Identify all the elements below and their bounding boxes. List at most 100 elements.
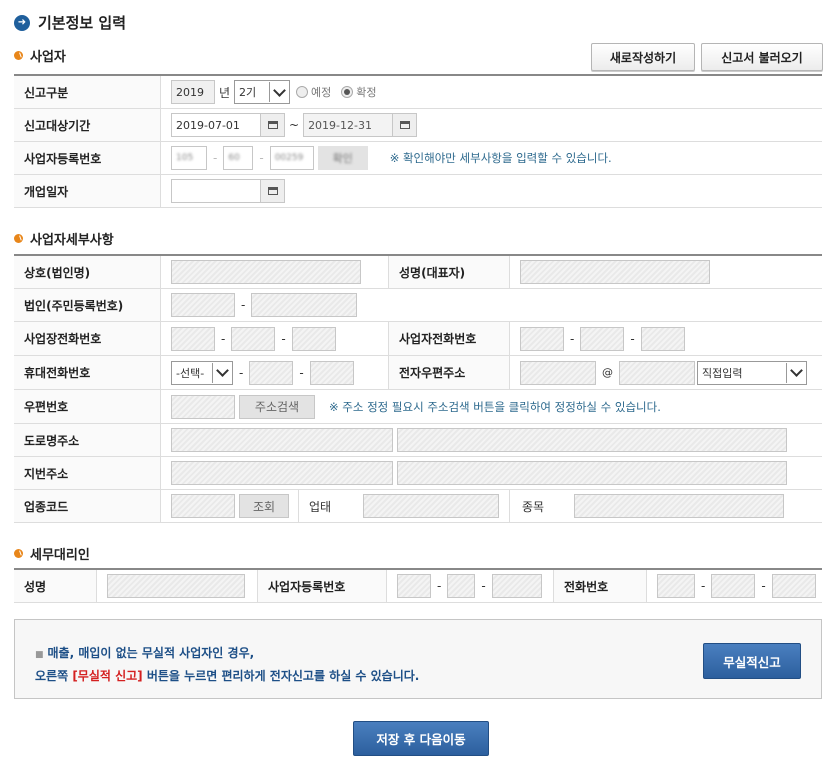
mobile-label: 휴대전화번호: [14, 355, 161, 390]
section-business: 사업자: [14, 46, 66, 65]
mobile-prefix-value: -선택-: [176, 366, 205, 380]
details-table: 상호(법인명) 성명(대표자) 법인(주민등록번호) - 사업장전화번호 - -…: [14, 254, 822, 523]
period-label: 신고대상기간: [14, 108, 161, 142]
confirm-note: ※ 확인해야만 세부사항을 입력할 수 있습니다.: [389, 151, 612, 165]
arrow-right-icon: ➜: [14, 14, 30, 31]
agent-phone-part3[interactable]: [771, 574, 816, 598]
lot-address-input2[interactable]: [397, 461, 787, 485]
reg-no-part2-value: 60: [228, 153, 240, 163]
end-date-calendar-button[interactable]: [393, 113, 418, 137]
road-address-input2[interactable]: [397, 428, 787, 452]
radio-confirmed-label: 확정: [356, 86, 377, 99]
agent-reg-no-part1[interactable]: [397, 574, 431, 598]
start-date-input[interactable]: 2019-07-01: [171, 113, 261, 137]
rep-name-input[interactable]: [520, 260, 710, 284]
mobile-part2[interactable]: [249, 360, 294, 385]
agent-name-label: 성명: [14, 569, 97, 603]
load-report-button[interactable]: 신고서 불러오기: [701, 43, 823, 71]
email-domain-input[interactable]: [619, 360, 695, 385]
mobile-part3[interactable]: [309, 360, 354, 385]
period-select[interactable]: 2기: [234, 80, 291, 104]
biz-phone-part2[interactable]: [231, 326, 276, 351]
reg-no-part1[interactable]: 105: [171, 146, 207, 170]
rep-name-label: 성명(대표자): [388, 255, 510, 289]
agent-phone-label: 전화번호: [553, 569, 647, 603]
page-title-text: 기본정보 입력: [38, 14, 127, 32]
biz-code-input[interactable]: [171, 494, 235, 518]
new-write-button[interactable]: 새로작성하기: [591, 43, 695, 71]
calendar-icon: [267, 121, 278, 129]
radio-expected[interactable]: [296, 86, 309, 98]
open-date-input[interactable]: [171, 179, 261, 203]
biz-phone-part3[interactable]: [291, 326, 336, 351]
page-title: ➜ 기본정보 입력: [14, 12, 126, 33]
road-address-label: 도로명주소: [14, 423, 161, 457]
open-date-label: 개업일자: [14, 174, 161, 208]
start-date-calendar-button[interactable]: [261, 113, 285, 137]
business-table: 신고구분 2019 년 2기 예정 확정 신고대상기간 2019-07-01 ~: [14, 74, 822, 208]
chevron-down-icon: [786, 362, 805, 383]
no-record-report-button[interactable]: 무실적신고: [703, 643, 801, 679]
agent-reg-no-part3[interactable]: [491, 574, 542, 598]
owner-phone-label: 사업자전화번호: [388, 321, 510, 356]
biz-phone-part1[interactable]: [171, 326, 215, 351]
agent-name-input[interactable]: [107, 574, 245, 598]
owner-phone-part2[interactable]: [580, 326, 625, 351]
lookup-button[interactable]: 조회: [239, 494, 289, 518]
bullet-icon: ■: [35, 650, 44, 660]
chevron-down-icon: [269, 82, 288, 102]
mobile-prefix-select[interactable]: -선택-: [171, 360, 233, 385]
corp-no-part1[interactable]: [171, 293, 235, 317]
road-address-input1[interactable]: [171, 428, 393, 452]
agent-phone-part2[interactable]: [711, 574, 756, 598]
confirm-button-label: 확인: [332, 152, 353, 165]
report-type-label: 신고구분: [14, 75, 161, 109]
biz-phone-label: 사업장전화번호: [14, 321, 161, 356]
reg-no-part2[interactable]: 60: [223, 146, 254, 170]
owner-phone-part3[interactable]: [640, 326, 685, 351]
zip-input[interactable]: [171, 394, 235, 419]
company-name-label: 상호(법인명): [14, 255, 161, 289]
email-at-sign: @: [602, 366, 613, 379]
email-local-input[interactable]: [520, 360, 596, 385]
corp-no-part2[interactable]: [251, 293, 358, 317]
email-domain-select-value: 직접입력: [702, 366, 743, 380]
company-name-input[interactable]: [171, 260, 361, 284]
info-line2-pre: 오른쪽: [35, 669, 73, 683]
section-bullet-icon: [14, 549, 23, 558]
open-date-calendar-button[interactable]: [261, 179, 285, 203]
biz-type-input[interactable]: [363, 494, 499, 518]
corp-no-label: 법인(주민등록번호): [14, 288, 161, 322]
biz-type-label: 업태: [298, 490, 355, 522]
save-next-button[interactable]: 저장 후 다음이동: [353, 721, 489, 756]
end-date-input[interactable]: 2019-12-31: [303, 113, 394, 137]
radio-expected-label: 예정: [311, 86, 332, 99]
year-unit: 년: [219, 85, 231, 100]
lot-address-label: 지번주소: [14, 456, 161, 490]
info-line1: 매출, 매입이 없는 무실적 사업자인 경우,: [47, 646, 255, 660]
biz-item-input[interactable]: [574, 494, 784, 518]
info-line2-post: 버튼을 누르면 편리하게 전자신고를 하실 수 있습니다.: [142, 669, 420, 683]
reg-no-label: 사업자등록번호: [14, 141, 161, 175]
year-field[interactable]: 2019: [171, 80, 215, 104]
info-line2-highlight: [무실적 신고]: [72, 669, 143, 683]
confirm-button[interactable]: 확인: [317, 146, 368, 170]
owner-phone-part1[interactable]: [520, 326, 564, 351]
info-text: ■ 매출, 매입이 없는 무실적 사업자인 경우, 오른쪽 [무실적 신고] 버튼…: [35, 644, 419, 684]
section-agent-title: 세무대리인: [30, 548, 90, 563]
calendar-icon: [267, 187, 278, 195]
agent-reg-no-part2[interactable]: [447, 574, 476, 598]
reg-no-part3[interactable]: 00259: [269, 146, 314, 170]
agent-phone-part1[interactable]: [657, 574, 695, 598]
section-details: 사업자세부사항: [14, 229, 114, 248]
section-bullet-icon: [14, 51, 23, 60]
biz-code-label: 업종코드: [14, 489, 161, 523]
zip-label: 우편번호: [14, 389, 161, 424]
email-domain-select[interactable]: 직접입력: [697, 360, 807, 385]
agent-reg-no-label: 사업자등록번호: [257, 569, 387, 603]
lot-address-input1[interactable]: [171, 461, 393, 485]
address-search-button[interactable]: 주소검색: [239, 394, 315, 419]
section-bullet-icon: [14, 234, 23, 243]
radio-confirmed[interactable]: [341, 86, 354, 98]
address-note: ※ 주소 정정 필요시 주소검색 버튼을 클릭하여 정정하실 수 있습니다.: [329, 399, 661, 414]
